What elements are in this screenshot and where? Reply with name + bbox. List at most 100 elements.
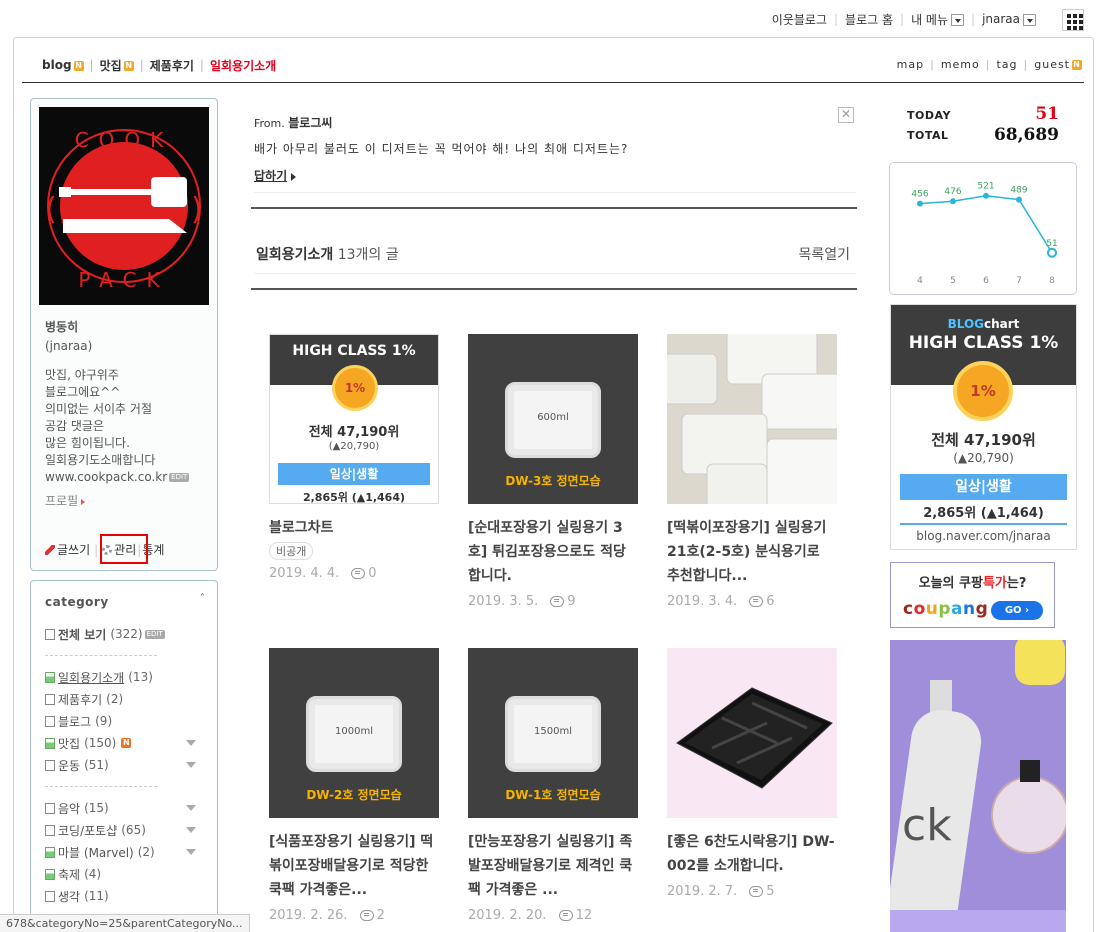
visitor-point[interactable] [1016,196,1022,203]
post-meta: 2019. 2. 7. 5 [667,884,837,899]
user-menu[interactable]: jnaraa [982,12,1036,26]
post-title[interactable]: [순대포장용기 실링용기 3호] 튀김포장용으로도 적당합니다. [468,516,638,588]
expand-arrow-icon[interactable] [186,740,196,746]
category-item[interactable]: 일회용기소개 (13) [45,666,210,688]
post-meta: 2019. 4. 4. 0 [269,566,439,581]
comment-count: 5 [766,884,775,899]
expand-arrow-icon[interactable] [186,849,196,855]
medal-icon: 1% [332,365,378,411]
answer-link[interactable]: 답하기 [254,167,296,184]
collapse-icon[interactable]: ˄ [200,593,205,604]
category-all[interactable]: 전체 보기 (322) EDIT [45,623,210,645]
expand-arrow-icon[interactable] [186,762,196,768]
post-thumbnail[interactable] [667,648,837,818]
menu-blog[interactable]: blog N [42,58,84,72]
visitor-line [919,194,1053,254]
post-thumbnail[interactable]: 600ml DW-3호 정면모습 [468,334,638,504]
profile-desc-line: 일회용기도소매합니다 [45,453,156,467]
category-label: 생각 [58,889,81,904]
menu-restaurant[interactable]: 맛집 N [100,57,134,74]
comment-count: 0 [368,566,377,581]
pencil-icon [45,544,55,555]
category-count: (65) [121,823,146,837]
coupang-ad[interactable]: 오늘의 쿠팡특가는? coupang GO › [890,562,1055,628]
today-label: TODAY [907,109,951,122]
expand-arrow-icon[interactable] [186,827,196,833]
post-card[interactable]: 1500ml DW-1호 정면모습 [만능포장용기 실링용기] 족발포장배달용기… [468,648,638,923]
post-date: 2019. 2. 7. [667,884,738,899]
profile-id: (jnaraa) [45,339,93,353]
neighbor-blog-link[interactable]: 이웃블로그 [772,11,827,28]
visitor-point[interactable] [1047,247,1057,258]
post-title[interactable]: 블로그차트 [269,516,439,540]
go-button[interactable]: GO › [991,601,1043,620]
post-title[interactable]: [식품포장용기 실링용기] 떡볶이포장배달용기로 적당한 쿡팩 가격좋은... [269,830,439,902]
container-volume: 1500ml [534,726,572,737]
category-item[interactable]: 음악 (15) [45,797,210,819]
overall-rank: 전체 47,190위 [308,425,400,440]
edit-badge[interactable]: EDIT [144,629,165,639]
comment-count: 12 [575,908,593,923]
close-icon[interactable]: ✕ [838,107,854,123]
post-title[interactable]: [떡볶이포장용기] 실링용기 21호(2-5호) 분식용기로 추천합니다... [667,516,837,588]
post-card[interactable]: [좋은 6찬도시락용기] DW-002를 소개합니다. 2019. 2. 7. 5 [667,648,837,899]
menu-memo[interactable]: memo [941,58,980,71]
brand-chart: chart [984,317,1020,331]
menu-guest[interactable]: guest N [1034,58,1082,71]
profile-desc-line: 맛집, 야구위주 [45,368,119,382]
write-button[interactable]: 글쓰기 [45,541,90,558]
apps-grid-icon[interactable] [1062,9,1084,31]
category-item[interactable]: 마블 (Marvel) (2) [45,841,210,863]
post-thumbnail[interactable]: HIGH CLASS 1% 1% 전체 47,190위 (▲20,790) 일상… [269,334,439,504]
post-title[interactable]: [좋은 6찬도시락용기] DW-002를 소개합니다. [667,830,837,878]
post-thumbnail[interactable] [667,334,837,504]
logo-text-bottom: PACK [78,268,169,292]
post-meta: 2019. 3. 4. 6 [667,594,837,609]
category-item[interactable]: 코딩/포토샵 (65) [45,819,210,841]
category-count: (51) [84,758,109,772]
category-item[interactable]: 축제 (4) [45,863,210,885]
edit-badge[interactable]: EDIT [169,473,190,482]
post-thumbnail[interactable]: 1500ml DW-1호 정면모습 [468,648,638,818]
category-item[interactable]: 운동 (51) [45,754,210,776]
comment-icon [558,910,573,921]
category-item[interactable]: 맛집 (150) N [45,732,210,754]
post-card[interactable]: 1000ml DW-2호 정면모습 [식품포장용기 실링용기] 떡볶이포장배달용… [269,648,439,923]
profile-link[interactable]: 프로필 [45,492,85,509]
post-thumbnail[interactable]: 1000ml DW-2호 정면모습 [269,648,439,818]
coupang-ad-headline: 오늘의 쿠팡특가는? [891,572,1054,591]
category-item[interactable]: 제품후기 (2) [45,688,210,710]
new-badge: N [1072,60,1082,70]
category-count: (13) [128,670,153,684]
menu-map[interactable]: map [897,58,924,71]
blog-logo[interactable]: COOK PACK ( ) [39,107,209,305]
visitor-point[interactable] [950,198,956,205]
category-item[interactable]: 블로그 (9) [45,710,210,732]
post-card[interactable]: HIGH CLASS 1% 1% 전체 47,190위 (▲20,790) 일상… [269,334,439,581]
visitor-point[interactable] [917,200,923,207]
container-volume: 600ml [537,412,569,423]
expand-arrow-icon[interactable] [186,805,196,811]
post-title[interactable]: [만능포장용기 실링용기] 족발포장배달용기로 제격인 쿡팩 가격좋은 ... [468,830,638,902]
blog-home-link[interactable]: 블로그 홈 [845,11,893,28]
svg-text:): ) [191,192,203,227]
open-list-button[interactable]: 목록열기 [798,244,850,264]
menu-product-review[interactable]: 제품후기 [150,57,194,74]
ad-banner[interactable]: ck [890,640,1066,932]
post-card[interactable]: [떡볶이포장용기] 실링용기 21호(2-5호) 분식용기로 추천합니다... … [667,334,837,609]
category-item[interactable]: 생각 (11) [45,885,210,907]
chevron-down-icon[interactable] [951,14,965,26]
category-box: category ˄ 전체 보기 (322) EDIT 일회용기소개 (13) 제품후… [30,580,218,932]
profile-url[interactable]: www.cookpack.co.kr [45,470,167,484]
rank-change: (▲20,790) [328,441,380,452]
category-label: 코딩/포토샵 [58,823,118,838]
menu-disposable-containers[interactable]: 일회용기소개 [210,57,276,74]
visitor-point[interactable] [983,192,989,199]
container-caption: DW-2호 정면모습 [306,788,402,802]
menu-tag[interactable]: tag [996,58,1017,71]
blogchart-widget[interactable]: BLOGchart HIGH CLASS 1% 1% 전체 47,190위 (▲… [890,304,1077,550]
chevron-down-icon[interactable] [1023,13,1036,26]
my-menu-link[interactable]: 내 메뉴 [911,11,965,28]
post-card[interactable]: 600ml DW-3호 정면모습 [순대포장용기 실링용기 3호] 튀김포장용으… [468,334,638,609]
comment-count: 6 [766,594,775,609]
